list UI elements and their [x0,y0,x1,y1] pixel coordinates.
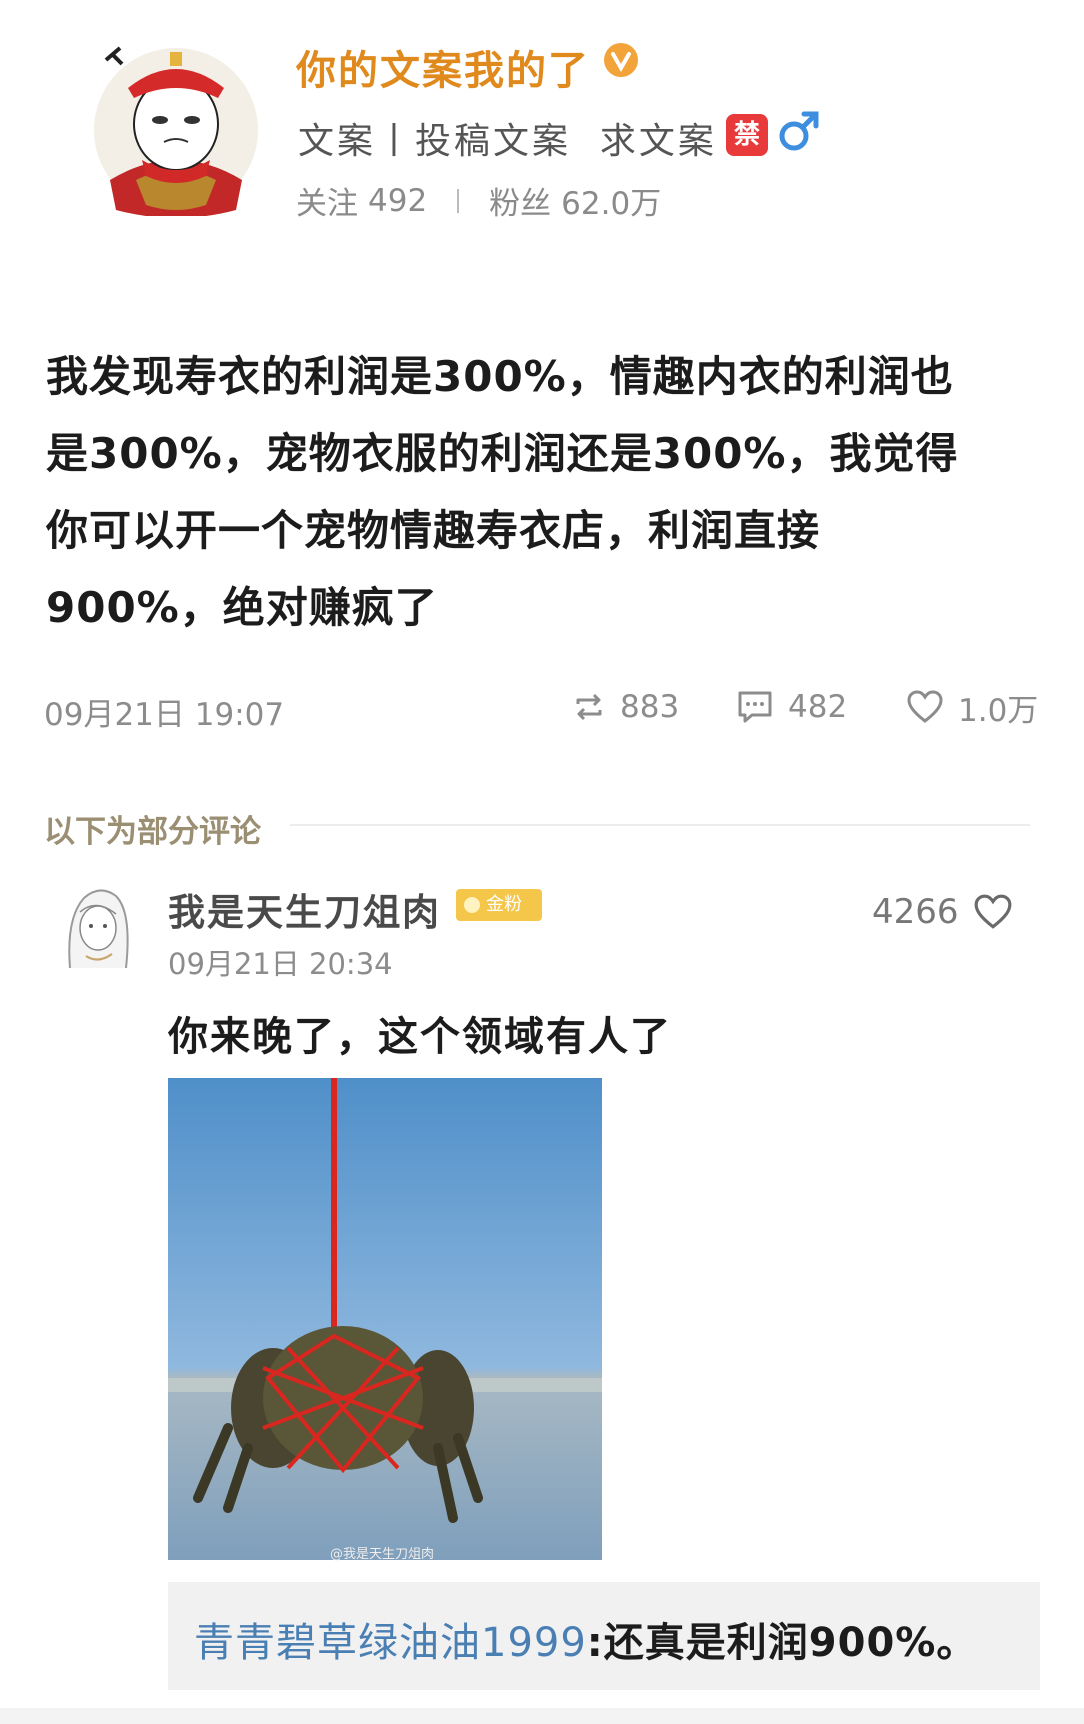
stats-divider [457,188,460,213]
heart-icon [907,690,943,723]
repost-count: 883 [620,689,680,725]
comment-icon [738,691,772,723]
followers-count[interactable]: 62.0万 [561,178,661,223]
like-button[interactable]: 1.0万 [906,683,1038,731]
fan-badge-label: 金粉 [486,894,522,915]
weibo-post-card: 你的文案我的了 文案丨投稿文案 求文案 禁 关注 492 粉丝 62.0万 我发… [0,0,1084,1724]
section-divider [290,824,1030,826]
post-timestamp: 09月21日 19:07 [44,697,285,733]
author-avatar[interactable] [86,30,266,218]
reply-text: :还真是利润900%。 [586,1620,978,1666]
ban-badge: 禁 [726,114,768,156]
comment-image[interactable] [168,1078,602,1560]
reply-preview[interactable]: 青青碧草绿油油1999:还真是利润900%。 [168,1582,1040,1690]
reply-user[interactable]: 青青碧草绿油油1999 [194,1620,587,1666]
repost-icon [576,693,602,721]
following-label: 关注 [296,186,358,222]
reply-content: 青青碧草绿油油1999:还真是利润900%。 [194,1610,977,1668]
verified-icon [603,42,639,78]
commenter-avatar[interactable] [56,878,138,976]
comments-section-label: 以下为部分评论 [44,814,261,850]
repost-button[interactable]: 883 [572,683,679,731]
post-line: 900%，绝对赚疯了 [46,583,438,632]
post-line: 我发现寿衣的利润是300%，情趣内衣的利润也 [46,352,954,401]
bottom-strip [0,1708,1084,1724]
following-count[interactable]: 492 [368,183,427,219]
post-text: 我发现寿衣的利润是300%，情趣内衣的利润也 是300%，宠物衣服的利润还是30… [46,338,1036,646]
comment-count: 482 [788,689,848,725]
male-gender-icon [776,108,822,154]
image-watermark: @我是天生刀俎肉 [330,1547,435,1562]
heart-icon [974,894,1011,929]
author-bio: 文案丨投稿文案 求文案 [298,121,717,162]
post-meta: 09月21日 19:07 883 482 1.0万 [44,683,1044,733]
followers-label: 粉丝 [489,186,552,222]
author-nickname[interactable]: 你的文案我的了 [296,38,590,96]
like-count: 1.0万 [958,692,1039,729]
post-line: 你可以开一个宠物情趣寿衣店，利润直接 [46,506,821,555]
follow-stats: 关注 492 粉丝 62.0万 [296,178,661,223]
fan-badge: 金粉 [456,889,542,921]
comment-like-count: 4266 [872,892,959,932]
comment-like-button[interactable]: 4266 [872,892,1013,932]
comment-timestamp: 09月21日 20:34 [168,947,393,981]
fan-badge-icon [464,897,480,913]
post-line: 是300%，宠物衣服的利润还是300%，我觉得 [46,429,959,478]
comment-text: 你来晚了，这个领域有人了 [168,1014,672,1060]
comment-button[interactable]: 482 [736,683,847,731]
commenter-name[interactable]: 我是天生刀俎肉 [168,882,441,936]
